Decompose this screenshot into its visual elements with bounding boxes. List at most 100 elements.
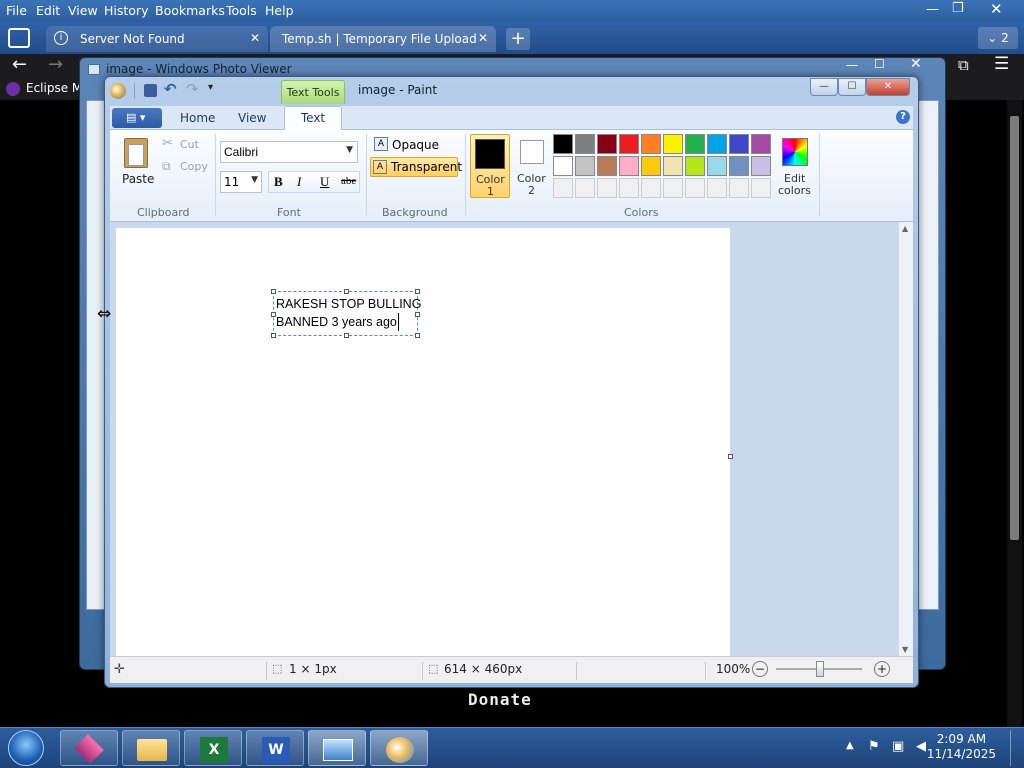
menu-edit[interactable]: Edit <box>36 3 60 18</box>
restore-icon[interactable]: ❐ <box>952 1 964 16</box>
color-swatch[interactable] <box>751 156 771 176</box>
canvas-vertical-scrollbar[interactable]: ▲ ▼ <box>898 222 913 656</box>
paint-maximize-button[interactable]: ☐ <box>838 78 866 96</box>
menu-tools[interactable]: Tools <box>226 3 257 18</box>
menu-view[interactable]: View <box>68 3 98 18</box>
transparent-button[interactable]: A Transparent <box>370 157 462 177</box>
paint-minimize-button[interactable]: — <box>810 78 838 96</box>
new-tab-icon[interactable]: + <box>506 28 530 50</box>
color-swatch[interactable] <box>751 134 771 154</box>
taskbar-photo-viewer[interactable] <box>308 730 366 766</box>
taskbar-explorer[interactable] <box>122 730 180 766</box>
color-swatch[interactable] <box>685 134 705 154</box>
tab-overview-icon[interactable] <box>8 28 30 48</box>
strikethrough-button[interactable]: abe <box>341 175 356 187</box>
color-swatch[interactable] <box>707 178 727 198</box>
color2-button[interactable]: Color 2 <box>516 136 552 200</box>
save-icon[interactable] <box>144 84 157 97</box>
color-swatch[interactable] <box>619 178 639 198</box>
color-swatch[interactable] <box>663 134 683 154</box>
resize-handle[interactable] <box>415 289 420 294</box>
resize-handle[interactable] <box>415 333 420 338</box>
tab-text[interactable]: Text <box>284 106 342 130</box>
paste-button[interactable] <box>122 136 152 170</box>
color-swatch[interactable] <box>729 178 749 198</box>
back-icon[interactable]: ← <box>12 54 27 75</box>
color-swatch[interactable] <box>641 156 661 176</box>
paint-menu-button[interactable]: ▤ ▾ <box>112 108 162 128</box>
font-family-select[interactable]: Calibri ▼ <box>220 141 358 163</box>
close-tab-icon[interactable]: ✕ <box>478 31 488 45</box>
tab-view[interactable]: View <box>238 111 266 125</box>
resize-handle[interactable] <box>271 289 276 294</box>
copy-button[interactable]: Copy <box>180 160 208 173</box>
tray-clock[interactable]: 2:09 AM 11/14/2025 <box>927 732 996 762</box>
color-swatch[interactable] <box>707 156 727 176</box>
color-swatch[interactable] <box>553 134 573 154</box>
text-box-content[interactable]: RAKESH STOP BULLING BANNED 3 years ago <box>276 295 421 331</box>
drawing-canvas[interactable]: RAKESH STOP BULLING BANNED 3 years ago <box>116 228 730 656</box>
resize-handle[interactable] <box>344 289 349 294</box>
minimize-icon[interactable]: — <box>926 2 939 17</box>
zoom-slider-thumb[interactable] <box>816 661 824 677</box>
bold-button[interactable]: B <box>274 174 283 190</box>
scrollbar-thumb[interactable] <box>1010 116 1019 540</box>
forward-icon[interactable]: → <box>48 54 63 75</box>
tab-temp-sh[interactable]: Temp.sh | Temporary File Upload ✕ <box>270 26 496 52</box>
color-swatch[interactable] <box>575 178 595 198</box>
resize-handle[interactable] <box>344 333 349 338</box>
color-swatch[interactable] <box>663 156 683 176</box>
redo-icon[interactable]: ↷ <box>186 80 199 98</box>
color-swatch[interactable] <box>751 178 771 198</box>
italic-button[interactable]: I <box>297 174 301 190</box>
taskbar-app-1[interactable] <box>60 730 118 766</box>
font-size-select[interactable]: 11 ▼ <box>220 171 262 193</box>
color-swatch[interactable] <box>553 178 573 198</box>
show-hidden-icons[interactable]: ▲ <box>846 740 854 751</box>
scroll-down-icon[interactable]: ▼ <box>902 645 908 654</box>
taskbar-word[interactable]: W <box>246 730 304 766</box>
help-icon[interactable]: ? <box>896 110 910 124</box>
extensions-icon[interactable]: ⧉ <box>958 56 969 74</box>
show-desktop-button[interactable] <box>1010 730 1022 766</box>
canvas-resize-handle[interactable] <box>728 454 733 459</box>
tab-list-button[interactable]: ⌄ 2 <box>978 27 1018 49</box>
resize-handle[interactable] <box>271 312 276 317</box>
color1-button[interactable]: Color 1 <box>470 134 510 198</box>
menu-file[interactable]: File <box>6 3 27 18</box>
pv-close-icon[interactable]: ✕ <box>910 56 922 72</box>
menu-history[interactable]: History <box>104 3 148 18</box>
underline-button[interactable]: U <box>320 174 329 190</box>
resize-handle[interactable] <box>271 333 276 338</box>
color-swatch[interactable] <box>619 156 639 176</box>
page-scrollbar[interactable] <box>1007 100 1022 727</box>
color-swatch[interactable] <box>619 134 639 154</box>
volume-icon[interactable]: ◀ <box>916 739 926 754</box>
taskbar-excel[interactable]: X <box>184 730 242 766</box>
text-box[interactable]: RAKESH STOP BULLING BANNED 3 years ago <box>271 289 421 338</box>
donate-text[interactable]: Donate <box>468 690 532 709</box>
scroll-up-icon[interactable]: ▲ <box>902 224 908 233</box>
zoom-in-button[interactable]: + <box>874 661 890 677</box>
color-swatch[interactable] <box>663 178 683 198</box>
color-swatch[interactable] <box>597 178 617 198</box>
close-icon[interactable]: ✕ <box>990 0 1003 18</box>
color-swatch[interactable] <box>597 156 617 176</box>
bookmark-eclipse[interactable]: Eclipse M <box>26 81 82 95</box>
color-swatch[interactable] <box>553 156 573 176</box>
color-swatch[interactable] <box>575 156 595 176</box>
opaque-button[interactable]: A Opaque <box>372 136 458 154</box>
menu-bookmarks[interactable]: Bookmarks <box>155 3 225 18</box>
undo-icon[interactable]: ↶ <box>164 80 177 98</box>
paint-app-icon[interactable] <box>110 83 126 99</box>
color-swatch[interactable] <box>685 178 705 198</box>
color-swatch[interactable] <box>641 134 661 154</box>
paint-close-button[interactable]: ✕ <box>866 78 910 96</box>
tab-server-not-found[interactable]: i Server Not Found ✕ <box>46 26 268 52</box>
close-tab-icon[interactable]: ✕ <box>250 31 260 45</box>
resize-handle[interactable] <box>415 312 420 317</box>
edit-colors-button[interactable]: Edit colors <box>776 136 814 200</box>
hamburger-menu-icon[interactable]: ☰ <box>994 54 1009 74</box>
taskbar-paint[interactable] <box>370 730 428 766</box>
network-icon[interactable]: ▣ <box>892 739 904 754</box>
